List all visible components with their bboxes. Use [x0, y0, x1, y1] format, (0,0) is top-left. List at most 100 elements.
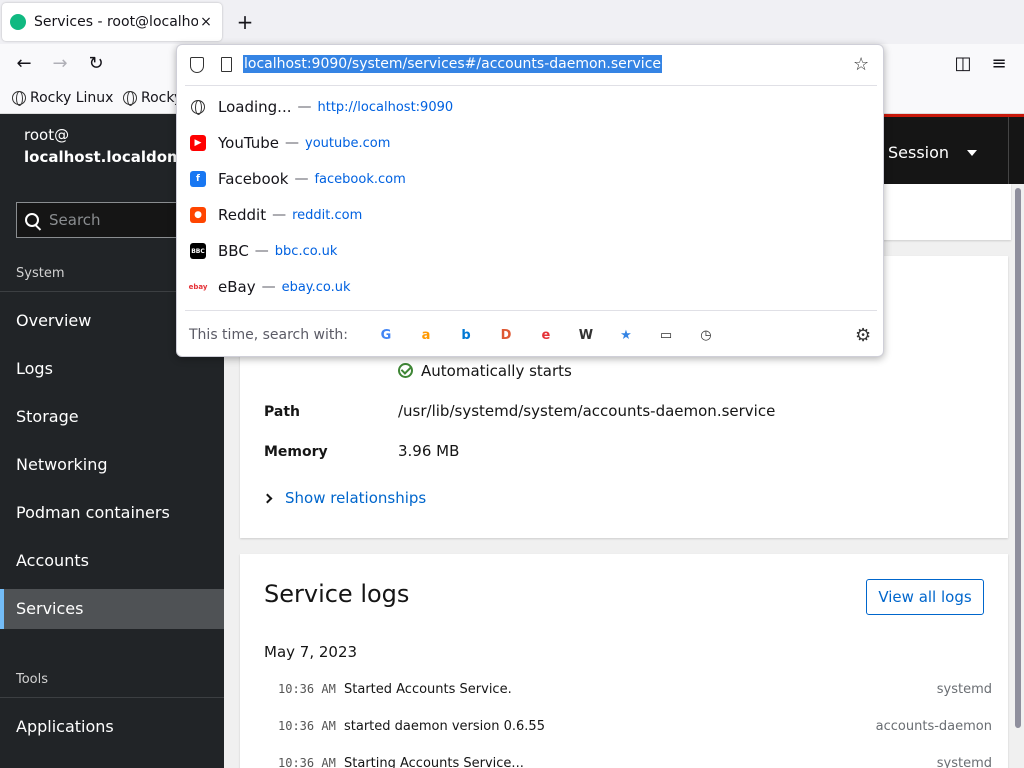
- sidebar-item-applications[interactable]: Applications: [0, 707, 224, 747]
- session-menu[interactable]: Session: [888, 143, 978, 162]
- shield-icon[interactable]: [190, 57, 204, 73]
- section-tools: Tools: [16, 672, 49, 687]
- sidebar-item-networking[interactable]: Networking: [0, 445, 224, 485]
- bing-icon[interactable]: b: [446, 325, 486, 345]
- bookmark-rocky[interactable]: Rocky: [123, 90, 182, 106]
- suggestion-url: youtube.com: [305, 135, 391, 151]
- duckduckgo-icon[interactable]: D: [486, 325, 526, 345]
- host-name: localhost.localdom...: [24, 148, 200, 166]
- log-time: 10:36 AM: [278, 756, 336, 768]
- youtube-icon: ▶: [190, 135, 206, 151]
- log-message: Started Accounts Service.: [344, 681, 512, 697]
- scrollbar-thumb[interactable]: [1015, 188, 1021, 728]
- new-tab-button[interactable]: +: [234, 10, 256, 34]
- bookmark-star-icon[interactable]: ☆: [853, 54, 869, 75]
- url-suggestion[interactable]: f Facebook — facebook.com: [177, 161, 883, 197]
- search-icon: [25, 213, 39, 227]
- history-icon[interactable]: ◷: [686, 325, 726, 345]
- tab-title: Services - root@localhost: [34, 14, 198, 30]
- bookmark-label: Rocky Linux: [30, 90, 114, 106]
- session-label: Session: [888, 143, 950, 162]
- suggestion-url: http://localhost:9090: [317, 99, 454, 115]
- separator: —: [261, 279, 276, 295]
- host-switcher[interactable]: root@ localhost.localdom...: [24, 124, 200, 168]
- amazon-icon[interactable]: a: [406, 325, 446, 345]
- search-placeholder: Search: [49, 211, 101, 229]
- log-source: systemd: [936, 755, 992, 768]
- host-user: root@: [24, 126, 70, 144]
- search-settings-gear-icon[interactable]: ⚙: [855, 325, 871, 346]
- globe-shape: [191, 100, 205, 115]
- wikipedia-icon[interactable]: W: [566, 325, 606, 345]
- forward-button[interactable]: →: [49, 53, 71, 75]
- tabs-icon[interactable]: ▭: [646, 325, 686, 345]
- log-time: 10:36 AM: [278, 682, 336, 696]
- show-relationships-label: Show relationships: [285, 489, 427, 507]
- url-suggestion[interactable]: Loading... — http://localhost:9090: [177, 89, 883, 125]
- suggestion-title: eBay: [218, 278, 256, 296]
- suggestion-title: YouTube: [218, 134, 279, 152]
- search-engine-bar: This time, search with: Ga b De W ★ ▭ ◷: [189, 325, 726, 345]
- chevron-right-icon: [262, 493, 273, 503]
- path-value: /usr/lib/systemd/system/accounts-daemon.…: [398, 402, 776, 420]
- suggestion-url: reddit.com: [292, 207, 363, 223]
- close-tab-icon[interactable]: ×: [198, 14, 214, 30]
- divider: [0, 697, 224, 698]
- separator: —: [272, 207, 287, 223]
- section-system: System: [16, 266, 65, 281]
- globe-icon: [12, 91, 26, 106]
- url-suggestion[interactable]: ebay eBay — ebay.co.uk: [177, 269, 883, 305]
- autostart-status: Automatically starts: [398, 362, 572, 380]
- page-icon: [221, 57, 232, 72]
- address-bar[interactable]: localhost:9090/system/services#/accounts…: [177, 45, 883, 85]
- caret-down-icon: [967, 149, 978, 156]
- menu-button[interactable]: ≡: [988, 53, 1010, 75]
- log-message: Starting Accounts Service...: [344, 755, 524, 768]
- path-label: Path: [264, 404, 300, 420]
- suggestion-title: Loading...: [218, 98, 292, 116]
- suggestion-url: ebay.co.uk: [281, 279, 351, 295]
- divider: [185, 310, 877, 311]
- sidebar-item-accounts[interactable]: Accounts: [0, 541, 224, 581]
- separator: —: [297, 99, 312, 115]
- globe-icon: [190, 99, 206, 115]
- url-suggestion[interactable]: ● Reddit — reddit.com: [177, 197, 883, 233]
- log-entry[interactable]: 10:36 AM Starting Accounts Service... sy…: [278, 753, 992, 768]
- view-all-logs-button[interactable]: View all logs: [866, 579, 984, 615]
- log-message: started daemon version 0.6.55: [344, 718, 545, 734]
- page-scrollbar[interactable]: [1012, 184, 1024, 768]
- log-entry[interactable]: 10:36 AM Started Accounts Service. syste…: [278, 679, 992, 699]
- google-icon[interactable]: G: [366, 325, 406, 345]
- url-dropdown: localhost:9090/system/services#/accounts…: [176, 44, 884, 357]
- search-with-label: This time, search with:: [189, 327, 348, 343]
- reload-button[interactable]: ↻: [85, 53, 107, 75]
- bookmark-rocky-linux[interactable]: Rocky Linux: [12, 90, 113, 106]
- log-source: accounts-daemon: [875, 718, 992, 734]
- log-source: systemd: [936, 681, 992, 697]
- suggestion-title: BBC: [218, 242, 249, 260]
- facebook-icon: f: [190, 171, 206, 187]
- back-button[interactable]: ←: [13, 53, 35, 75]
- cockpit-favicon-icon: [10, 14, 26, 30]
- globe-icon: [123, 91, 137, 106]
- ebay-search-icon[interactable]: e: [526, 325, 566, 345]
- sidebar-item-storage[interactable]: Storage: [0, 397, 224, 437]
- check-circle-icon: [398, 363, 413, 378]
- show-relationships-toggle[interactable]: Show relationships: [262, 489, 427, 507]
- suggestion-title: Facebook: [218, 170, 289, 188]
- bookmarks-icon[interactable]: ★: [606, 325, 646, 345]
- sidebar-item-services[interactable]: Services: [0, 589, 224, 629]
- ebay-icon: ebay: [189, 279, 207, 295]
- separator: —: [294, 171, 309, 187]
- autostart-text: Automatically starts: [421, 362, 572, 380]
- memory-value: 3.96 MB: [398, 442, 460, 460]
- memory-label: Memory: [264, 444, 328, 460]
- url-suggestion[interactable]: BBC BBC — bbc.co.uk: [177, 233, 883, 269]
- log-entry[interactable]: 10:36 AM started daemon version 0.6.55 a…: [278, 716, 992, 736]
- browser-tab[interactable]: Services - root@localhost ×: [2, 3, 222, 41]
- sidebar-item-podman[interactable]: Podman containers: [0, 493, 224, 533]
- pocket-icon[interactable]: ◫: [952, 53, 974, 75]
- log-date: May 7, 2023: [264, 643, 358, 661]
- url-suggestion[interactable]: ▶ YouTube — youtube.com: [177, 125, 883, 161]
- url-input[interactable]: localhost:9090/system/services#/accounts…: [243, 55, 662, 73]
